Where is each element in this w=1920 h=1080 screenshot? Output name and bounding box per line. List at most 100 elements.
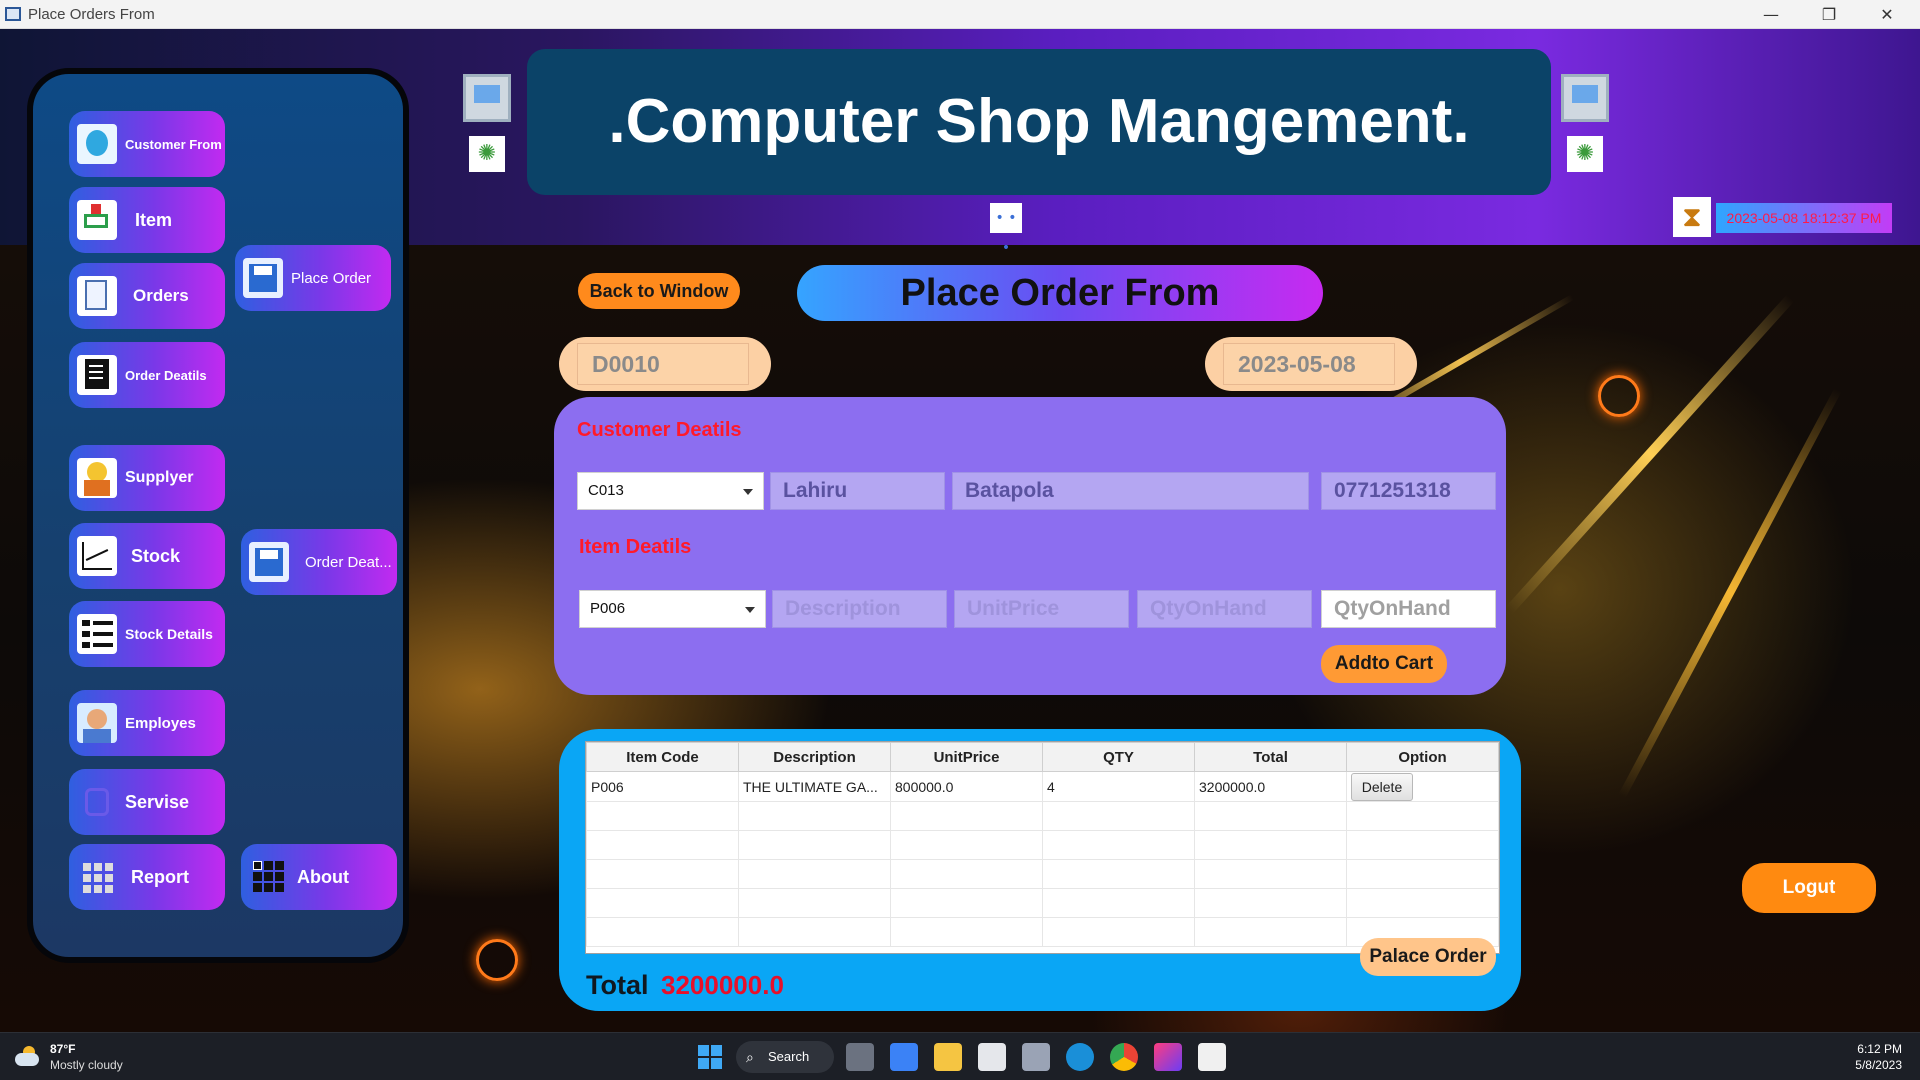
nav-report-button[interactable]: Report <box>69 844 225 910</box>
loading-spinner-icon: ✺ <box>469 136 505 172</box>
weather-temperature[interactable]: 87°F <box>50 1042 75 1056</box>
nav-label: Item <box>135 209 173 230</box>
restore-button[interactable]: ❐ <box>1800 0 1858 29</box>
table-row <box>586 859 1499 889</box>
chevron-down-icon <box>745 607 755 613</box>
column-header[interactable]: Description <box>738 742 891 772</box>
nav-order-deatils-button[interactable]: Order Deatils <box>69 342 225 408</box>
nav-item-button[interactable]: Item <box>69 187 225 253</box>
system-clock[interactable]: 6:12 PM 5/8/2023 <box>1855 1041 1902 1073</box>
system-time: 6:12 PM <box>1857 1042 1902 1056</box>
cell-item-code: P006 <box>586 771 739 802</box>
weather-description[interactable]: Mostly cloudy <box>50 1058 123 1072</box>
column-header[interactable]: QTY <box>1042 742 1195 772</box>
back-to-window-button[interactable]: Back to Window <box>578 273 740 309</box>
nav-label: Customer From <box>125 136 222 152</box>
chevron-down-icon <box>743 489 753 495</box>
floppy-disk-icon <box>249 542 289 582</box>
background-gold-stroke <box>1505 294 1795 614</box>
snipping-tool-icon[interactable] <box>978 1043 1006 1071</box>
column-header[interactable]: Option <box>1346 742 1499 772</box>
file-explorer-icon[interactable] <box>934 1043 962 1071</box>
cell-option: Delete <box>1346 771 1499 802</box>
intellij-idea-icon[interactable] <box>1154 1043 1182 1071</box>
stock-chart-icon <box>77 536 117 576</box>
grid-icon <box>249 857 289 897</box>
column-header[interactable]: Item Code <box>586 742 739 772</box>
customer-id-combo[interactable]: C013 <box>577 472 764 510</box>
search-icon: ⌕ <box>746 1049 754 1065</box>
task-view-icon[interactable] <box>846 1043 874 1071</box>
item-qty-input[interactable]: QtyOnHand <box>1321 590 1496 628</box>
order-date-field[interactable]: 2023-05-08 <box>1223 343 1395 385</box>
nav-label: Report <box>131 866 189 887</box>
item-code-combo[interactable]: P006 <box>579 590 766 628</box>
nav-label: Order Deatils <box>125 367 207 383</box>
taskbar-search-button[interactable]: ⌕ Search <box>736 1041 834 1073</box>
performance-monitor-icon[interactable] <box>1022 1043 1050 1071</box>
window-title: Place Orders From <box>28 6 155 23</box>
nav-stock-button[interactable]: Stock <box>69 523 225 589</box>
item-qtyonhand-field[interactable]: QtyOnHand <box>1137 590 1312 628</box>
item-unitprice-field[interactable]: UnitPrice <box>954 590 1129 628</box>
delete-button[interactable]: Delete <box>1351 772 1413 801</box>
floppy-disk-icon <box>243 258 283 298</box>
windows-start-icon[interactable] <box>696 1043 724 1071</box>
nav-employes-button[interactable]: Employes <box>69 690 225 756</box>
app-title: .Computer Shop Mangement. <box>608 87 1470 156</box>
nav-label: About <box>297 866 349 887</box>
edge-browser-icon[interactable] <box>1066 1043 1094 1071</box>
column-header[interactable]: Total <box>1194 742 1347 772</box>
nav-about-button[interactable]: About <box>241 844 397 910</box>
datetime-display: 2023-05-08 18:12:37 PM <box>1716 203 1892 233</box>
cart-table: Item Code Description UnitPrice QTY Tota… <box>585 741 1500 954</box>
nav-label: Employes <box>125 714 196 732</box>
background-glow-ring <box>476 939 518 981</box>
store-icon[interactable] <box>890 1043 918 1071</box>
total-label: Total <box>586 970 649 1000</box>
service-icon <box>77 782 117 822</box>
table-row <box>586 888 1499 918</box>
logout-button[interactable]: Logut <box>1742 863 1876 913</box>
column-header[interactable]: UnitPrice <box>890 742 1043 772</box>
search-label: Search <box>768 1049 810 1064</box>
nav-order-details-button[interactable]: Order Deat... <box>241 529 397 595</box>
chrome-browser-icon[interactable] <box>1110 1043 1138 1071</box>
customer-phone-field[interactable]: 0771251318 <box>1321 472 1496 510</box>
grid-icon <box>77 857 117 897</box>
app-icon <box>5 7 21 21</box>
total-value: 3200000.0 <box>661 970 784 1000</box>
place-order-button[interactable]: Palace Order <box>1360 938 1496 976</box>
nav-label: Orders <box>133 286 189 305</box>
customer-address-field[interactable]: Batapola <box>952 472 1309 510</box>
table-row <box>586 830 1499 860</box>
nav-customer-from-button[interactable]: Customer From <box>69 111 225 177</box>
close-button[interactable]: ✕ <box>1858 0 1916 29</box>
java-app-icon[interactable] <box>1198 1043 1226 1071</box>
table-row <box>586 801 1499 831</box>
customer-section-label: Customer Deatils <box>577 419 742 441</box>
hourglass-icon: ⧗ <box>1673 197 1711 237</box>
supplier-icon <box>77 458 117 498</box>
orders-document-icon <box>77 276 117 316</box>
item-section-label: Item Deatils <box>579 536 692 558</box>
window-titlebar: Place Orders From — ❐ ✕ <box>0 0 1920 29</box>
order-id-field[interactable]: D0010 <box>577 343 749 385</box>
nav-label: Order Deat... <box>305 553 392 571</box>
app-window: ✺ ✺ .Computer Shop Mangement. • • • ⧗ 20… <box>0 29 1920 1032</box>
dots-indicator-icon: • • • <box>990 203 1022 256</box>
minimize-button[interactable]: — <box>1742 0 1800 29</box>
add-to-cart-button[interactable]: Addto Cart <box>1321 645 1447 683</box>
cart-icon <box>77 200 117 240</box>
nav-label: Stock <box>131 545 181 566</box>
nav-orders-button[interactable]: Orders <box>69 263 225 329</box>
customer-name-field[interactable]: Lahiru <box>770 472 945 510</box>
nav-servise-button[interactable]: Servise <box>69 769 225 835</box>
item-description-field[interactable]: Description <box>772 590 947 628</box>
nav-stock-details-button[interactable]: Stock Details <box>69 601 225 667</box>
form-title: Place Order From <box>797 265 1323 321</box>
employee-icon <box>77 703 117 743</box>
nav-place-order-button[interactable]: Place Order <box>235 245 391 311</box>
table-row[interactable]: P006 THE ULTIMATE GA... 800000.0 4 32000… <box>586 771 1499 802</box>
nav-supplyer-button[interactable]: Supplyer <box>69 445 225 511</box>
